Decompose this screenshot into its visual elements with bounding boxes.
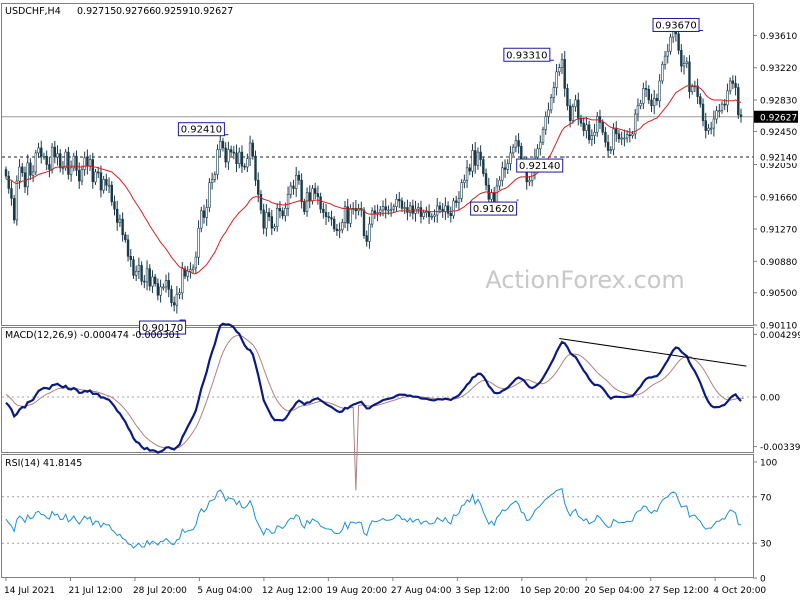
date-tick-label: 5 Aug 04:00 [197,586,252,596]
chart-canvas: ActionForex.com 0.901700.924100.916200.9… [0,0,800,600]
level-label: 0.92140 [760,154,797,164]
price-annotation: 0.92410 [177,122,229,137]
price-tick-label: 0.92830 [760,96,797,106]
date-tick-label: 19 Aug 20:00 [326,586,387,596]
macd-tick-label: -0.003396 [760,443,800,453]
candle [482,156,485,177]
candle [132,256,135,279]
candle [452,197,455,219]
rsi-tick-label: 70 [760,493,772,503]
current-price-label: 0.92627 [760,113,797,123]
date-tick-label: 14 Jul 2021 [4,586,55,596]
candle [216,144,219,180]
date-tick-label: 28 Jul 20:00 [133,586,187,596]
price-tick-label: 0.91270 [760,226,797,236]
price-annotation-label: 0.92140 [519,161,560,172]
rsi-tick-label: 30 [760,540,772,550]
price-tick-label: 0.93610 [760,32,797,42]
rsi-tick-label: 100 [760,459,777,469]
candle [571,103,575,124]
price-annotation-label: 0.91620 [473,204,514,215]
candle [12,194,16,224]
price-tick-label: 0.90880 [760,258,797,268]
price-panel-title: USDCHF,H4 [5,6,61,17]
price-annotation-label: 0.93670 [655,20,696,31]
price-tick-label: 0.90500 [760,289,797,299]
candle [661,61,664,84]
chart-window: ActionForex.com 0.90170 0.92410 0.91620 0.9… [0,0,800,600]
date-tick-label: 27 Sep 12:00 [649,586,709,596]
price-tick-label: 0.91660 [760,193,797,203]
price-ohlc-low: 0.92591 [155,6,194,17]
candle [208,178,211,213]
price-tick-label: 0.92450 [760,128,797,138]
price-annotation-label: 0.93310 [506,50,547,61]
price-annotation: 0.93310 [503,47,554,62]
macd-tick-label: 0.00 [760,394,780,404]
price-tick-label: 0.93220 [760,64,797,74]
rsi-tick-label: 0 [760,575,766,585]
price-annotation: 0.91620 [470,199,519,216]
date-tick-label: 20 Sep 04:00 [584,586,644,596]
price-ohlc-open: 0.92715 [77,6,116,17]
candle [541,126,545,146]
price-annotation: 0.93670 [652,17,704,32]
price-ohlc-close: 0.92627 [194,6,233,17]
candle [34,149,38,175]
date-tick-label: 21 Jul 12:00 [68,586,122,596]
macd-tick-label: 0.004299 [760,331,800,341]
price-ohlc-high: 0.92766 [116,6,155,17]
candle [67,146,70,180]
macd-panel-title: MACD(12,26,9) -0.000474 -0.000301 [5,330,181,341]
watermark: ActionForex.com [485,266,685,294]
price-annotation-label: 0.92410 [181,125,222,136]
candle [200,206,203,233]
candle [64,149,67,171]
rsi-panel-title: RSI(14) 41.8145 [5,458,82,469]
date-tick-label: 10 Sep 20:00 [520,586,580,596]
date-tick-label: 4 Oct 20:00 [713,586,766,596]
date-tick-label: 27 Aug 04:00 [391,586,452,596]
candle [460,179,463,202]
candle [688,55,691,99]
date-tick-label: 12 Aug 12:00 [262,586,323,596]
date-tick-label: 3 Sep 12:00 [455,586,510,596]
price-annotation: 0.92140 [516,156,565,173]
